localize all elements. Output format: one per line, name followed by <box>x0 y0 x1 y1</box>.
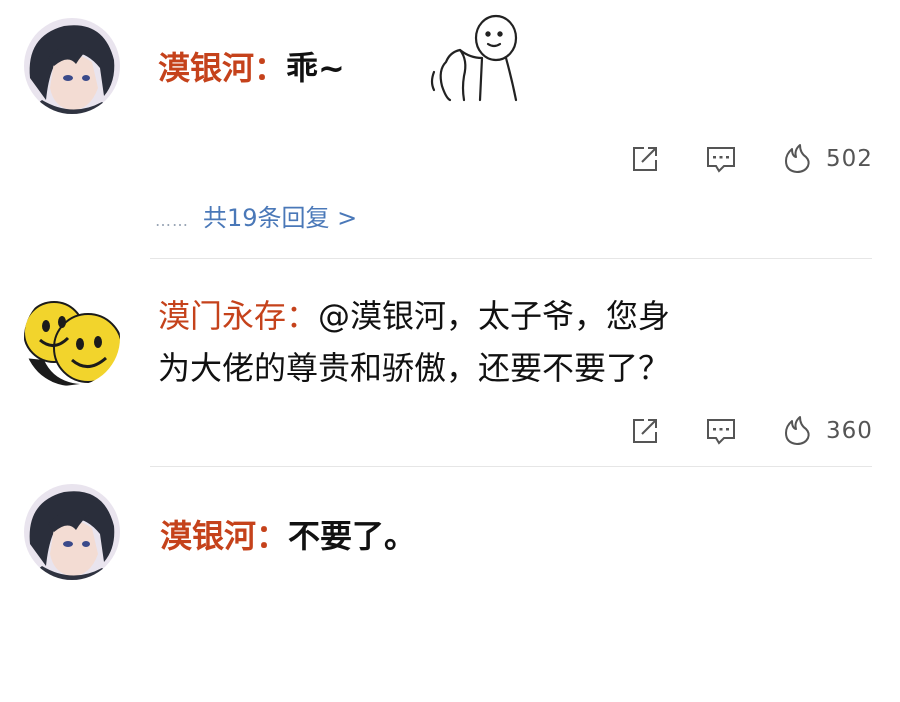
comment-2-actions: 360 <box>628 414 888 448</box>
replies-dots: …… <box>155 211 189 230</box>
fire-icon[interactable] <box>780 414 814 448</box>
replies-label: 共19条回复 > <box>203 204 358 232</box>
divider <box>150 466 872 467</box>
comment-text: @漠银河，太子爷，您身 <box>318 297 671 335</box>
like-count: 502 <box>826 146 873 172</box>
like-count: 360 <box>826 418 873 444</box>
comment-1-actions: 502 <box>628 142 888 176</box>
comment-text: 为大佬的尊贵和骄傲，还要不要了？ <box>158 349 671 387</box>
comment-3-content: 漠银河：不要了。 <box>160 516 416 556</box>
fire-icon[interactable] <box>780 142 814 176</box>
comment-icon[interactable] <box>704 414 738 448</box>
comment-1-content: 漠银河：乖~ <box>158 48 345 88</box>
username[interactable]: 漠门永存： <box>158 297 318 335</box>
divider <box>150 258 872 259</box>
comment-2-line-2: 为大佬的尊贵和骄傲，还要不要了？ <box>158 348 670 388</box>
username[interactable]: 漠银河： <box>160 517 288 555</box>
comment-icon[interactable] <box>704 142 738 176</box>
avatar[interactable] <box>24 290 120 386</box>
sticker-image <box>420 10 524 104</box>
share-icon[interactable] <box>628 142 662 176</box>
username[interactable]: 漠银河： <box>158 49 286 87</box>
comment-text: 乖~ <box>286 49 345 87</box>
view-replies-link[interactable]: …… 共19条回复 > <box>155 198 357 238</box>
share-icon[interactable] <box>628 414 662 448</box>
comment-2-line-1: 漠门永存：@漠银河，太子爷，您身 <box>158 296 670 336</box>
avatar[interactable] <box>24 18 120 114</box>
avatar[interactable] <box>24 484 120 580</box>
comment-text: 不要了。 <box>288 517 417 555</box>
